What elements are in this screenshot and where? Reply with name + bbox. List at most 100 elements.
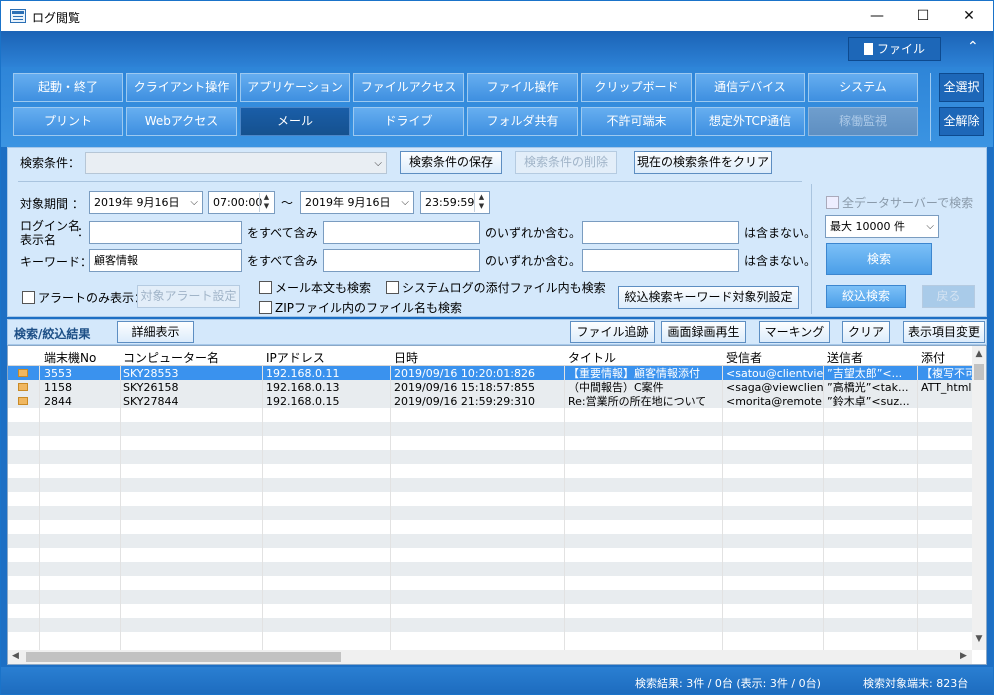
table-row[interactable]: 1158 SKY26158 192.168.0.13 2019/09/16 15:18… bbox=[8, 380, 972, 394]
col-header-recipient[interactable]: 受信者 bbox=[726, 349, 762, 366]
checkbox-icon[interactable] bbox=[259, 301, 272, 314]
table-row[interactable]: 3553 SKY28553 192.168.0.11 2019/09/16 10:20… bbox=[8, 366, 973, 380]
select-all-button[interactable]: 全選択 bbox=[939, 73, 984, 102]
alert-setting-button[interactable]: 対象アラート設定 bbox=[137, 285, 240, 308]
column-settings-button[interactable]: 表示項目変更 bbox=[903, 321, 985, 343]
spinner-icon[interactable]: ▲ ▼ bbox=[474, 193, 488, 212]
screen-playback-button[interactable]: 画面録画再生 bbox=[661, 321, 746, 343]
column-divider bbox=[917, 346, 918, 650]
file-menu-button[interactable]: ファイル bbox=[848, 37, 941, 61]
table-cell: 2844 bbox=[44, 395, 72, 408]
results-toolbar: 検索/絞込結果 詳細表示 ファイル追跡 画面録画再生 マーキング クリア 表示項… bbox=[7, 319, 987, 345]
syslog-attach-checkbox[interactable]: システムログの添付ファイル内も検索 bbox=[386, 279, 606, 296]
category-folder-share[interactable]: フォルダ共有 bbox=[467, 107, 578, 136]
max-count-select[interactable]: 最大 10000 件 ⌵ bbox=[825, 215, 939, 238]
checkbox-icon[interactable] bbox=[826, 196, 839, 209]
category-drive[interactable]: ドライブ bbox=[353, 107, 464, 136]
zip-names-label: ZIPファイル内のファイル名も検索 bbox=[275, 301, 462, 315]
category-system[interactable]: システム bbox=[808, 73, 918, 102]
divider bbox=[811, 184, 812, 314]
table-row-empty bbox=[8, 478, 972, 492]
window-title: ログ閲覧 bbox=[32, 11, 81, 25]
marking-button[interactable]: マーキング bbox=[759, 321, 830, 343]
period-tilde: ～ bbox=[281, 196, 294, 210]
close-button[interactable]: ✕ bbox=[946, 1, 992, 31]
zip-names-checkbox[interactable]: ZIPファイル内のファイル名も検索 bbox=[259, 299, 462, 316]
category-application[interactable]: アプリケーション bbox=[240, 73, 350, 102]
scroll-down-icon[interactable]: ▼ bbox=[972, 634, 986, 644]
login-any-input[interactable] bbox=[323, 221, 480, 244]
table-cell: SKY28553 bbox=[123, 367, 179, 380]
keyword-label: キーワード： bbox=[20, 255, 93, 269]
refine-search-button[interactable]: 絞込検索 bbox=[826, 285, 906, 308]
keyword-any-input[interactable] bbox=[323, 249, 480, 272]
scroll-left-icon[interactable]: ◀ bbox=[12, 651, 19, 661]
refine-columns-button[interactable]: 絞込検索キーワード対象列設定 bbox=[618, 286, 799, 309]
col-header-title[interactable]: タイトル bbox=[568, 349, 616, 366]
category-file-access[interactable]: ファイルアクセス bbox=[353, 73, 464, 102]
column-divider bbox=[39, 346, 40, 650]
table-cell: ”吉望太郎”<... bbox=[827, 367, 903, 380]
scroll-thumb[interactable] bbox=[26, 652, 341, 662]
login-all-input[interactable] bbox=[89, 221, 242, 244]
col-header-ip[interactable]: IPアドレス bbox=[266, 349, 325, 366]
category-print[interactable]: プリント bbox=[13, 107, 123, 136]
mail-body-checkbox[interactable]: メール本文も検索 bbox=[259, 279, 371, 296]
save-condition-button[interactable]: 検索条件の保存 bbox=[400, 151, 502, 174]
chevron-down-icon: ⌵ bbox=[374, 158, 382, 169]
maximize-button[interactable]: ☐ bbox=[900, 1, 946, 31]
date-to-picker[interactable]: 2019年 9月16日 ⌵ bbox=[300, 191, 414, 214]
spinner-icon[interactable]: ▲ ▼ bbox=[259, 193, 273, 212]
category-web-access[interactable]: Webアクセス bbox=[126, 107, 237, 136]
keyword-all-input[interactable]: 顧客情報 bbox=[89, 249, 242, 272]
file-menu-label: ファイル bbox=[876, 42, 925, 56]
scroll-thumb[interactable] bbox=[974, 364, 984, 380]
clear-marking-button[interactable]: クリア bbox=[842, 321, 890, 343]
col-header-terminal-no[interactable]: 端末機No bbox=[44, 349, 96, 366]
category-operation-monitor[interactable]: 稼働監視 bbox=[808, 107, 918, 136]
category-file-ops[interactable]: ファイル操作 bbox=[467, 73, 578, 102]
date-from-picker[interactable]: 2019年 9月16日 ⌵ bbox=[89, 191, 203, 214]
category-client-ops[interactable]: クライアント操作 bbox=[126, 73, 237, 102]
mail-icon bbox=[18, 369, 28, 377]
delete-condition-button[interactable]: 検索条件の削除 bbox=[515, 151, 617, 174]
horizontal-scrollbar[interactable]: ◀ ▶ bbox=[8, 650, 972, 664]
scroll-up-icon[interactable]: ▲ bbox=[972, 349, 986, 359]
col-header-datetime[interactable]: 日時 bbox=[394, 349, 418, 366]
col-header-attachment[interactable]: 添付 bbox=[921, 349, 945, 366]
table-cell: 【複写不可 bbox=[921, 367, 973, 380]
alert-only-checkbox[interactable]: アラートのみ表示： bbox=[22, 289, 146, 306]
top-toolbar: ファイル ⌃ bbox=[1, 31, 993, 67]
vertical-scrollbar[interactable]: ▲ ▼ bbox=[972, 346, 986, 650]
collapse-icon[interactable]: ⌃ bbox=[967, 39, 979, 55]
clear-condition-button[interactable]: 現在の検索条件をクリア bbox=[634, 151, 772, 174]
category-mail[interactable]: メール bbox=[240, 107, 350, 136]
category-comm-device[interactable]: 通信デバイス bbox=[695, 73, 805, 102]
checkbox-icon[interactable] bbox=[22, 291, 35, 304]
table-cell: 2019/09/16 15:18:57:855 bbox=[394, 381, 536, 394]
time-to-field[interactable]: 23:59:59 ▲ ▼ bbox=[420, 191, 490, 214]
minimize-button[interactable]: — bbox=[854, 1, 900, 31]
category-startup[interactable]: 起動・終了 bbox=[13, 73, 123, 102]
login-exclude-input[interactable] bbox=[582, 221, 739, 244]
file-trace-button[interactable]: ファイル追跡 bbox=[570, 321, 655, 343]
scroll-right-icon[interactable]: ▶ bbox=[960, 651, 967, 661]
col-header-sender[interactable]: 送信者 bbox=[827, 349, 863, 366]
time-from-field[interactable]: 07:00:00 ▲ ▼ bbox=[208, 191, 275, 214]
category-unauthorized-terminal[interactable]: 不許可端末 bbox=[581, 107, 692, 136]
checkbox-icon[interactable] bbox=[386, 281, 399, 294]
detail-view-button[interactable]: 詳細表示 bbox=[117, 321, 194, 343]
table-row[interactable]: 2844 SKY27844 192.168.0.15 2019/09/16 21:59… bbox=[8, 394, 972, 408]
keyword-exclude-input[interactable] bbox=[582, 249, 739, 272]
table-cell: <satou@clientvie... bbox=[726, 367, 824, 380]
search-button[interactable]: 検索 bbox=[826, 243, 932, 275]
clear-all-button[interactable]: 全解除 bbox=[939, 107, 984, 136]
checkbox-icon[interactable] bbox=[259, 281, 272, 294]
category-clipboard[interactable]: クリップボード bbox=[581, 73, 692, 102]
col-header-computer-name[interactable]: コンピューター名 bbox=[123, 349, 219, 366]
category-unexpected-tcp[interactable]: 想定外TCP通信 bbox=[695, 107, 805, 136]
back-button[interactable]: 戻る bbox=[922, 285, 975, 308]
all-servers-checkbox[interactable]: 全データサーバーで検索 bbox=[826, 194, 973, 211]
table-cell: <saga@viewclient... bbox=[726, 381, 824, 394]
condition-select[interactable]: ⌵ bbox=[85, 152, 387, 174]
